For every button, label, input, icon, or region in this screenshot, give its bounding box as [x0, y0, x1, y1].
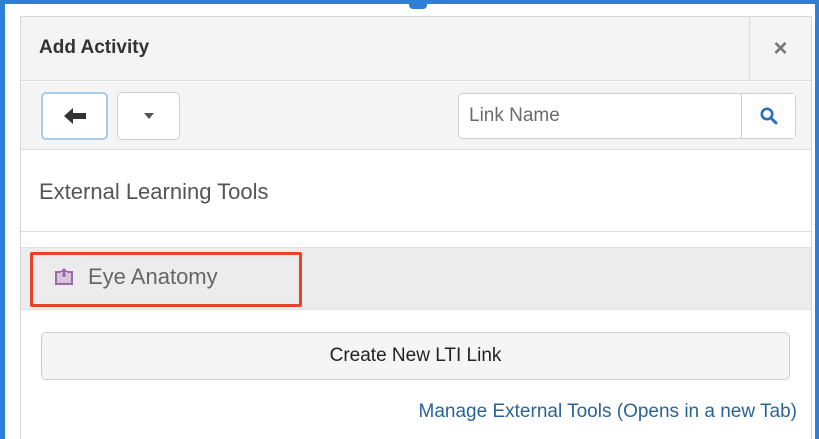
create-lti-link-button[interactable]: Create New LTI Link	[41, 332, 790, 380]
close-button[interactable]: ×	[749, 17, 811, 80]
dialog-title: Add Activity	[39, 37, 150, 58]
search-icon	[760, 107, 777, 125]
options-dropdown-button[interactable]	[117, 92, 180, 140]
add-activity-dialog: Add Activity × External Learning T	[20, 16, 812, 439]
dialog-toolbar	[21, 82, 811, 150]
link-name-search-input[interactable]	[459, 94, 741, 138]
close-icon: ×	[773, 34, 788, 62]
arrow-left-icon	[63, 108, 86, 124]
frame-resize-handle[interactable]	[409, 0, 427, 9]
divider	[21, 231, 811, 232]
dialog-header: Add Activity ×	[21, 17, 811, 81]
back-button[interactable]	[41, 92, 108, 140]
search-button[interactable]	[741, 94, 795, 138]
tool-label: Eye Anatomy	[88, 264, 218, 289]
manage-external-tools-link[interactable]: Manage External Tools (Opens in a new Ta…	[419, 401, 797, 423]
caret-down-icon	[143, 113, 154, 119]
tool-list-item[interactable]: Eye Anatomy	[21, 247, 811, 310]
section-heading: External Learning Tools	[39, 179, 269, 204]
search-box	[458, 93, 796, 139]
create-lti-link-label: Create New LTI Link	[329, 345, 502, 366]
external-tool-icon	[55, 268, 73, 285]
